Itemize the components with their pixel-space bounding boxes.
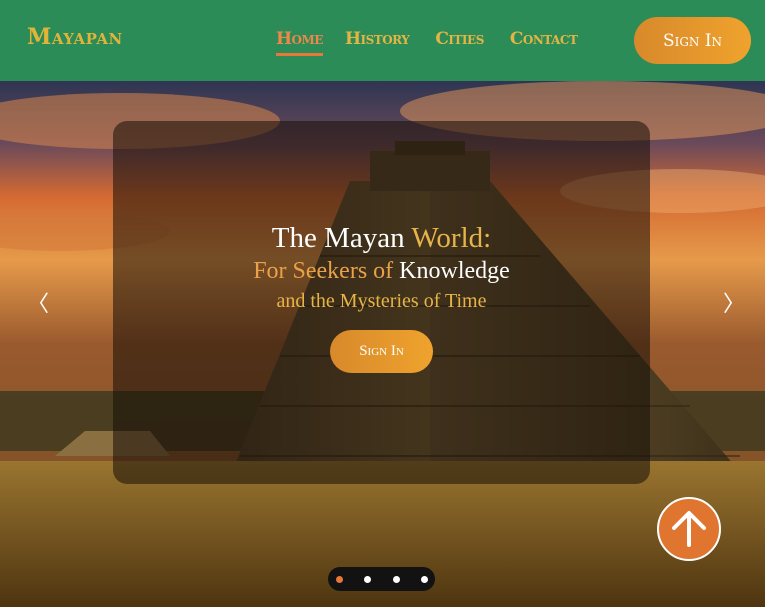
hero-sign-in-button[interactable]: Sign In <box>330 330 433 373</box>
nav-history[interactable]: History <box>345 29 410 56</box>
headline-line-2-highlight: Knowledge <box>399 258 510 284</box>
chevron-left-icon[interactable]: 〈 <box>27 286 49 318</box>
nav-contact[interactable]: Contact <box>510 29 578 56</box>
nav-home[interactable]: Home <box>276 29 323 56</box>
hero-overlay-card: The Mayan World: For Seekers of Knowledg… <box>113 121 650 484</box>
carousel-dot-1[interactable] <box>336 576 343 583</box>
headline-line-3: and the Mysteries of Time <box>276 290 487 312</box>
arrow-up-icon <box>672 511 706 547</box>
hero-headline: The Mayan World: For Seekers of Knowledg… <box>113 221 650 315</box>
carousel-dot-4[interactable] <box>421 576 428 583</box>
headline-line-1: The Mayan World: <box>113 221 650 255</box>
headline-line-1-highlight: World: <box>411 222 492 254</box>
headline-line-1-text: The Mayan <box>271 222 412 254</box>
headline-line-2-text: For Seekers of <box>253 258 400 284</box>
main-nav: Home History Cities Contact <box>276 29 578 56</box>
hero-carousel: The Mayan World: For Seekers of Knowledg… <box>0 81 765 607</box>
scroll-to-top-button[interactable] <box>657 497 721 561</box>
headline-line-2: For Seekers of Knowledge <box>113 255 650 287</box>
header-sign-in-button[interactable]: Sign In <box>634 17 751 64</box>
carousel-dot-2[interactable] <box>364 576 371 583</box>
chevron-right-icon[interactable]: 〉 <box>723 286 745 318</box>
nav-cities[interactable]: Cities <box>435 29 484 56</box>
carousel-dot-3[interactable] <box>393 576 400 583</box>
carousel-indicators <box>328 567 435 591</box>
top-navbar: Mayapan Home History Cities Contact Sign… <box>0 0 765 81</box>
site-logo[interactable]: Mayapan <box>27 24 123 50</box>
